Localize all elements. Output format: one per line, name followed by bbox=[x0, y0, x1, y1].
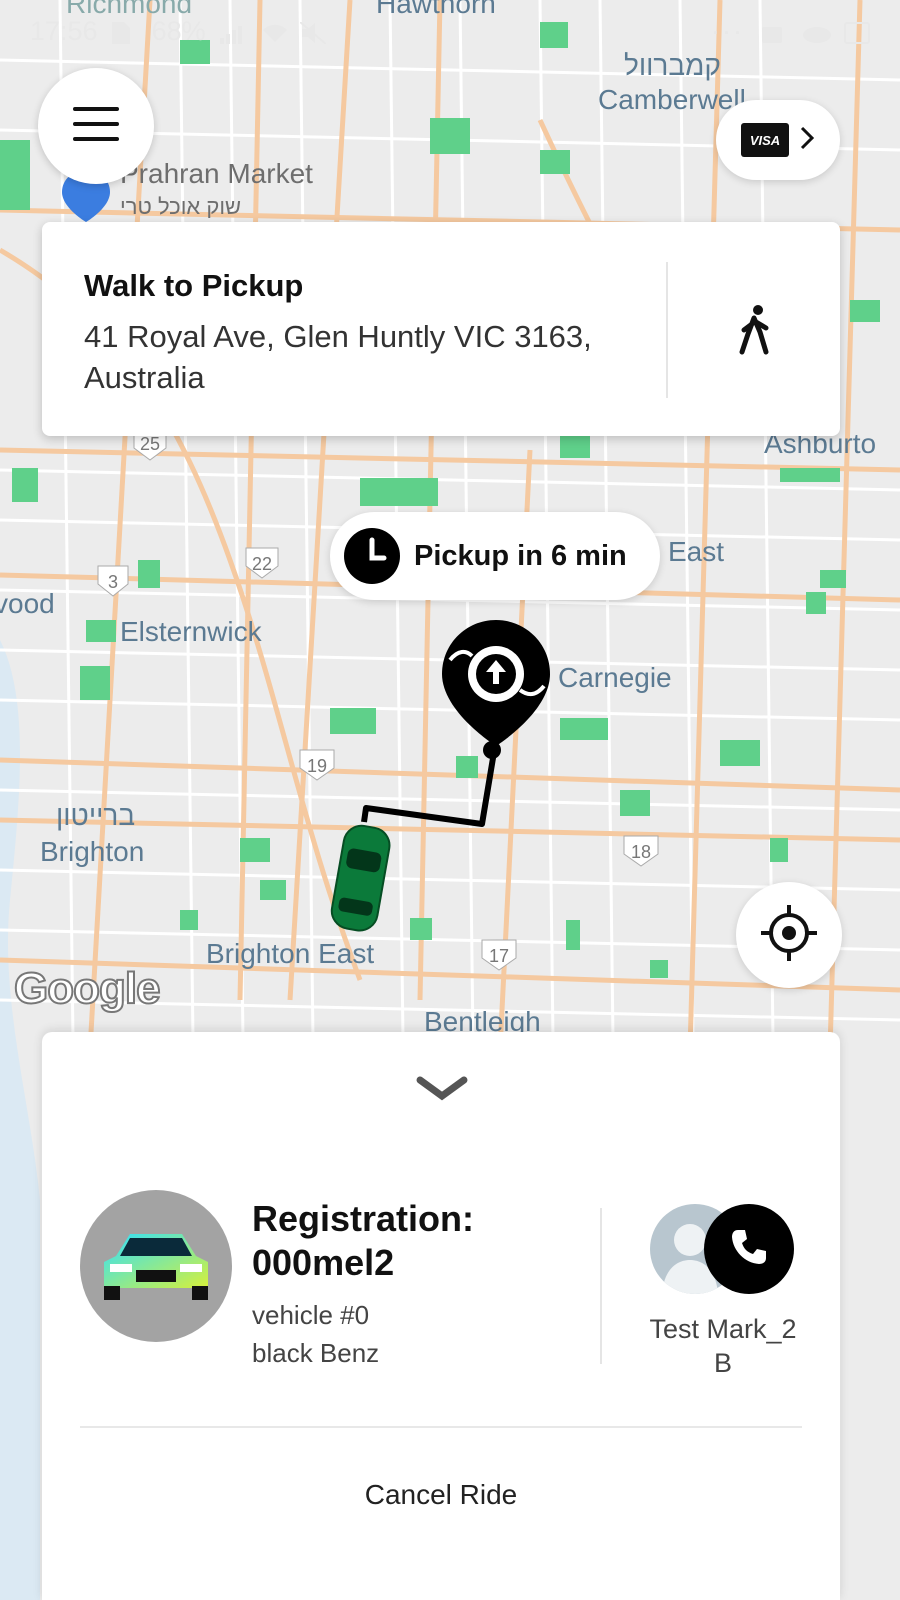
vehicle-number: vehicle #0 bbox=[252, 1300, 370, 1330]
my-location-button[interactable] bbox=[736, 882, 842, 988]
car-front-icon bbox=[104, 1234, 208, 1300]
walk-card-divider bbox=[666, 262, 668, 398]
shopping-bag-icon bbox=[760, 20, 786, 43]
menu-button[interactable] bbox=[38, 68, 154, 184]
sheet-divider bbox=[80, 1426, 802, 1428]
collapse-sheet-chevron-icon[interactable] bbox=[414, 1074, 470, 1104]
map-label-elsternwick: Elsternwick bbox=[120, 616, 262, 647]
route-shield-18: 18 bbox=[631, 842, 651, 862]
map-label-brighton-east: Brighton East bbox=[206, 938, 375, 969]
walk-card-title: Walk to Pickup bbox=[84, 268, 304, 303]
pickup-eta-text: Pickup in 6 min bbox=[414, 539, 627, 572]
ride-details-sheet: Registration: 000mel2 vehicle #0 black B… bbox=[42, 1032, 840, 1600]
payment-method-button[interactable]: VISA bbox=[716, 100, 840, 180]
wifi-icon bbox=[260, 20, 287, 42]
call-driver-button[interactable] bbox=[704, 1204, 794, 1294]
status-bar: 17:56 68% ··· bbox=[0, 0, 900, 62]
phone-icon bbox=[729, 1227, 769, 1272]
calendar-icon bbox=[844, 20, 870, 44]
registration-value: 000mel2 bbox=[252, 1242, 395, 1283]
sim-card-icon bbox=[111, 20, 138, 44]
cloud-icon bbox=[802, 20, 831, 43]
route-shield-3: 3 bbox=[108, 572, 118, 592]
ride-info-divider bbox=[600, 1208, 602, 1364]
vehicle-avatar bbox=[80, 1190, 232, 1342]
walking-person-icon[interactable] bbox=[728, 302, 784, 358]
visa-card-icon: VISA bbox=[741, 123, 789, 157]
signal-icon bbox=[219, 20, 246, 44]
chevron-right-icon bbox=[799, 125, 815, 156]
route-shield-19: 19 bbox=[307, 756, 327, 776]
pickup-address: 41 Royal Ave, Glen Huntly VIC 3163, Aust… bbox=[84, 319, 592, 395]
hamburger-menu-icon bbox=[73, 106, 119, 146]
crosshair-location-icon bbox=[761, 904, 817, 966]
route-shield-17: 17 bbox=[489, 946, 509, 966]
map-label-prahran-market: Prahran Market bbox=[120, 158, 313, 189]
status-battery-percent: 68% bbox=[151, 15, 206, 46]
mute-icon bbox=[298, 20, 327, 45]
route-shield-25: 25 bbox=[140, 434, 160, 454]
map-label-camberwell: Camberwell bbox=[598, 84, 746, 115]
vehicle-description: black Benz bbox=[252, 1338, 380, 1368]
map-label-wood: vood bbox=[0, 588, 55, 619]
map-label-carnegie: Carnegie bbox=[558, 662, 672, 693]
clock-icon bbox=[344, 528, 400, 584]
map-label-brighton: Brighton bbox=[40, 836, 145, 867]
pickup-eta-pill: Pickup in 6 min bbox=[330, 512, 660, 600]
more-notifications-icon: ··· bbox=[711, 15, 744, 46]
map-label-brighton-hebrew: ברייטון bbox=[56, 800, 136, 831]
cancel-ride-button[interactable]: Cancel Ride bbox=[80, 1452, 802, 1538]
walk-to-pickup-card[interactable]: Walk to Pickup 41 Royal Ave, Glen Huntly… bbox=[42, 222, 840, 436]
map-label-east: East bbox=[668, 536, 725, 567]
status-time: 17:56 bbox=[30, 15, 98, 46]
registration-label: Registration: bbox=[252, 1198, 475, 1239]
driver-name: Test Mark_2 B bbox=[649, 1314, 797, 1378]
google-attribution-logo: Google bbox=[13, 963, 162, 1014]
route-shield-22: 22 bbox=[252, 554, 272, 574]
map-label-prahran-hebrew: שוק אוכל טרי bbox=[120, 194, 242, 219]
